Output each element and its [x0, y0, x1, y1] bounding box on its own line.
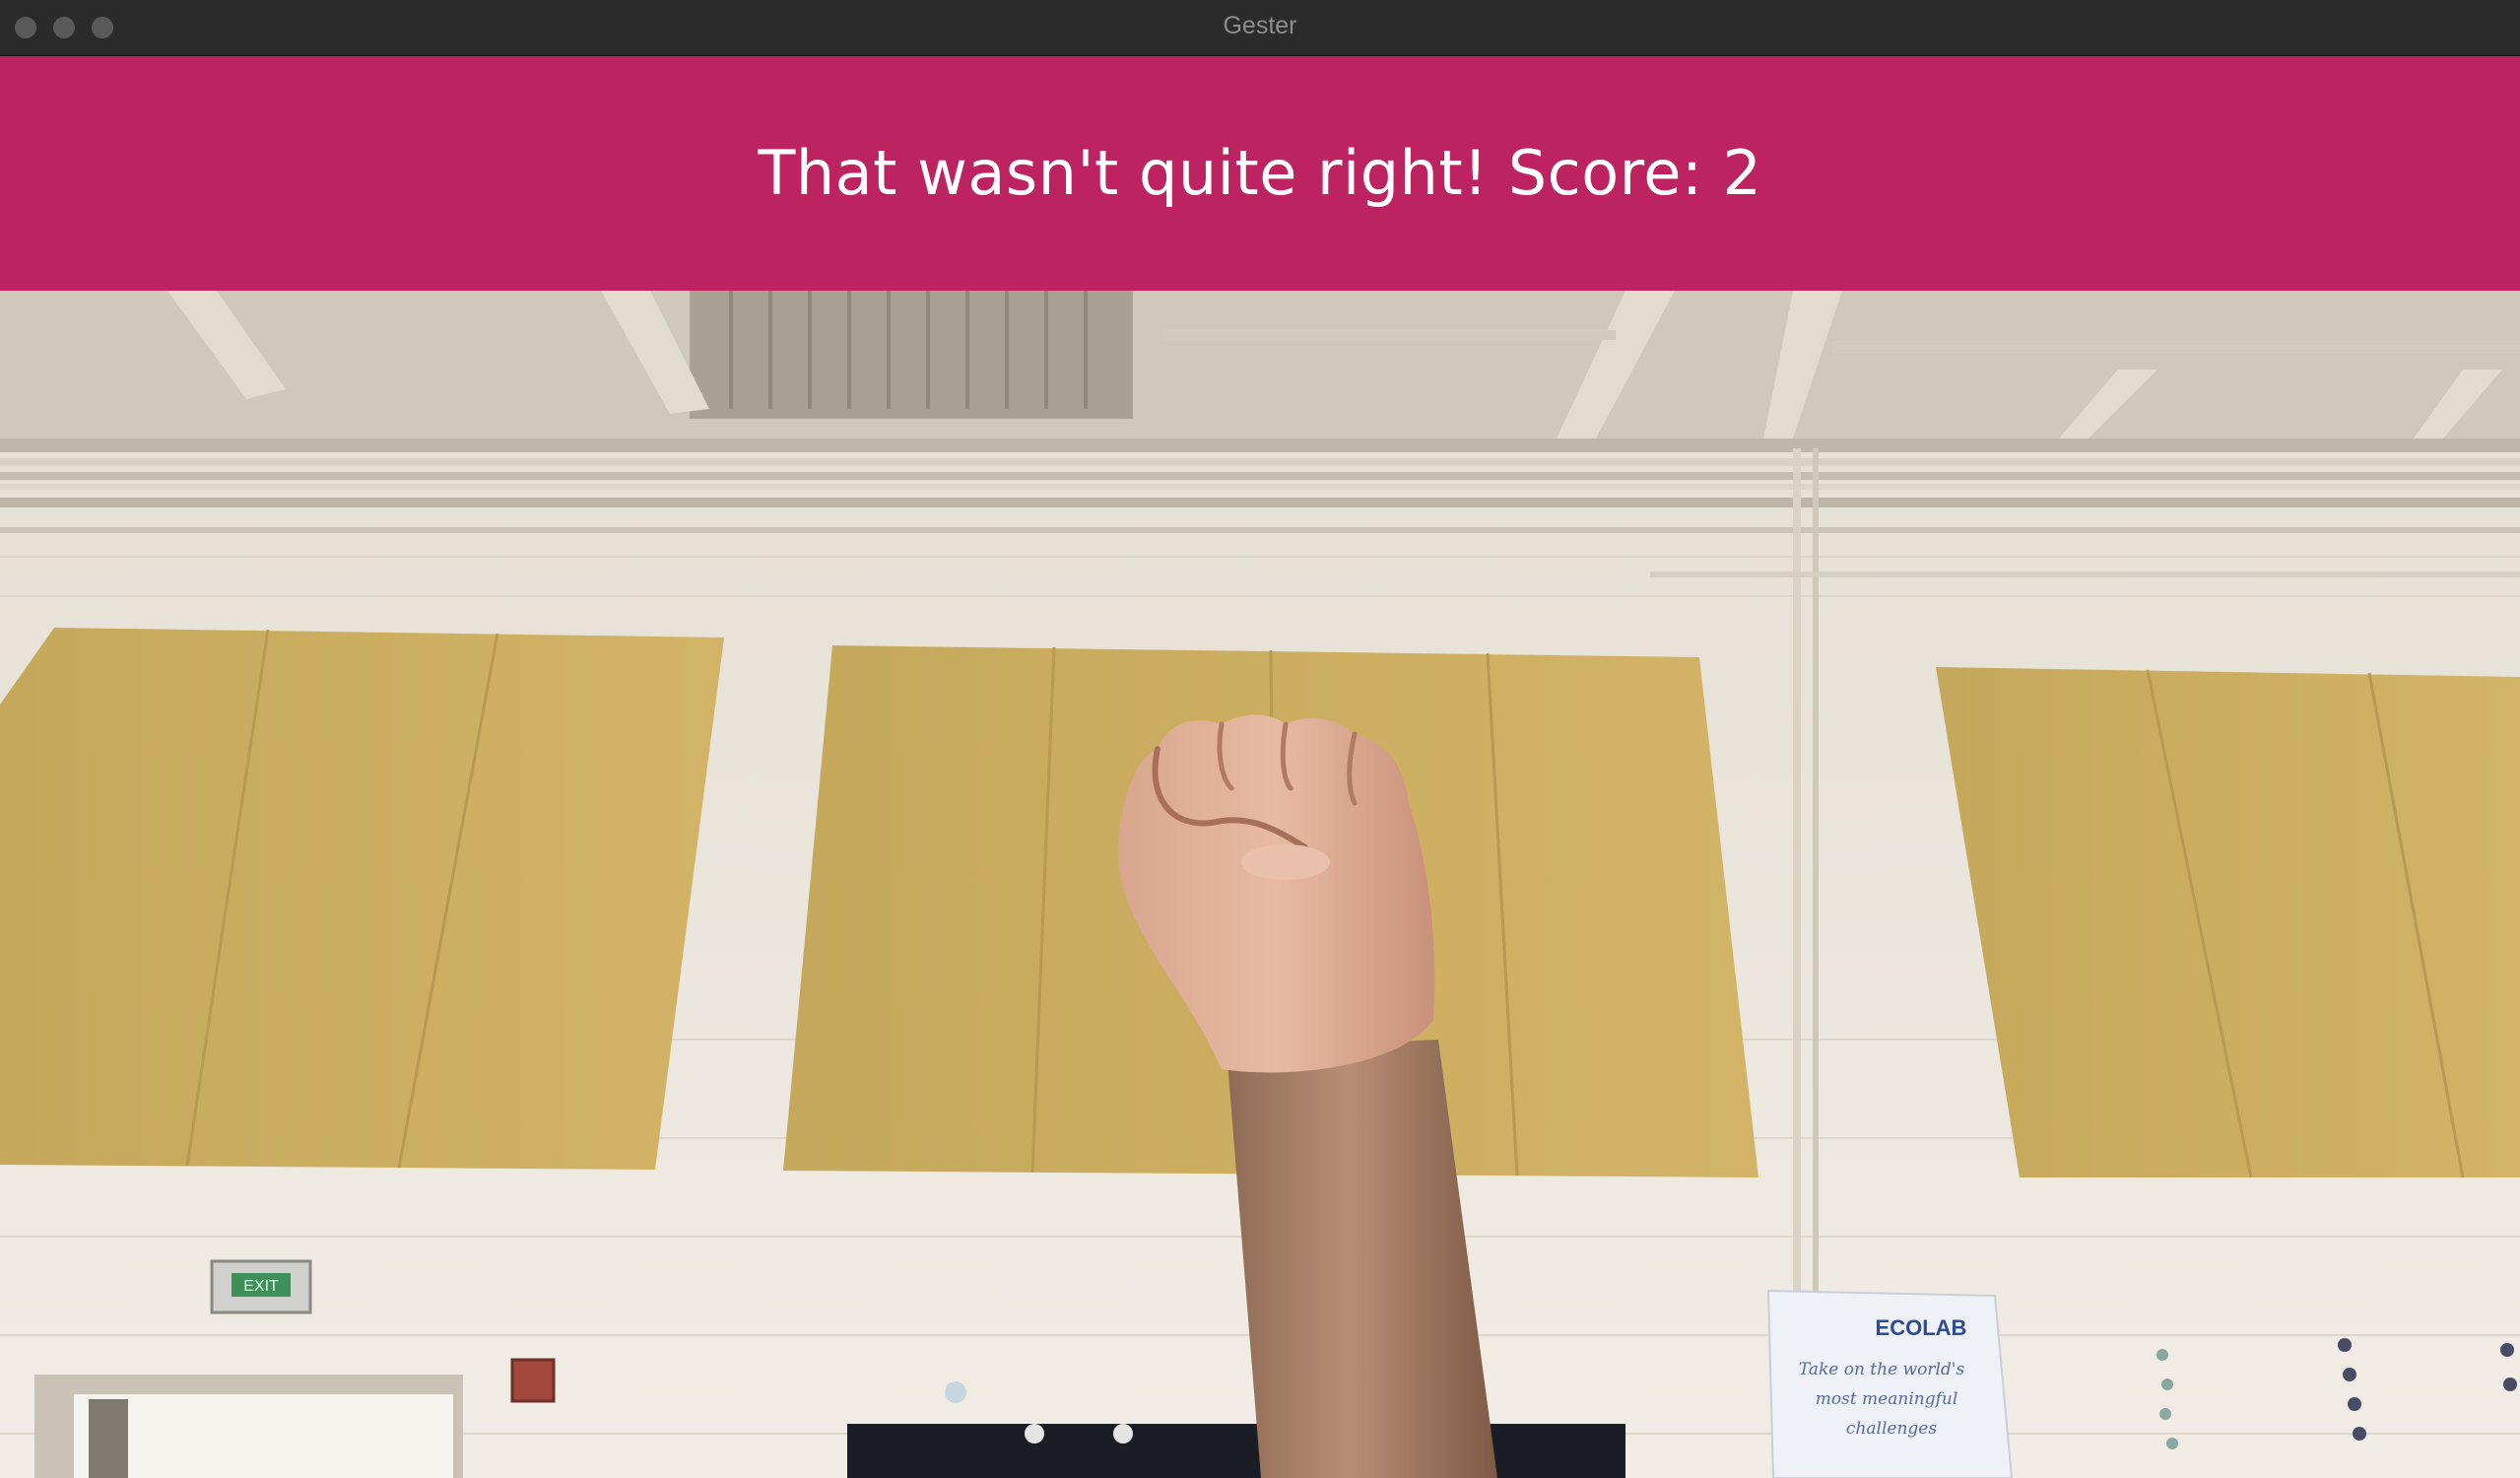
poster-brand: ECOLAB — [1876, 1315, 1967, 1340]
app-window: Gester That wasn't quite right! Score: 2 — [0, 0, 2520, 1478]
poster-line-3: challenges — [1846, 1419, 1937, 1439]
title-bar[interactable]: Gester — [0, 0, 2520, 56]
acoustic-panel-right — [1936, 667, 2520, 1178]
alarm-box — [510, 1358, 556, 1403]
camera-feed: EXIT ECOLAB Take on the world's most mea… — [0, 291, 2520, 1478]
feedback-message: That wasn't quite right! Score: 2 — [758, 137, 1762, 209]
wall-poster: ECOLAB Take on the world's most meaningf… — [1766, 1289, 2014, 1478]
acoustic-panel-left — [0, 628, 724, 1170]
exit-sign: EXIT — [210, 1259, 312, 1314]
feedback-banner: That wasn't quite right! Score: 2 — [0, 56, 2520, 291]
exit-sign-text: EXIT — [243, 1278, 279, 1295]
window-title: Gester — [1223, 12, 1297, 39]
doorway — [34, 1375, 463, 1478]
poster-line-1: Take on the world's — [1799, 1360, 1965, 1379]
poster-line-2: most meaningful — [1816, 1389, 1958, 1409]
